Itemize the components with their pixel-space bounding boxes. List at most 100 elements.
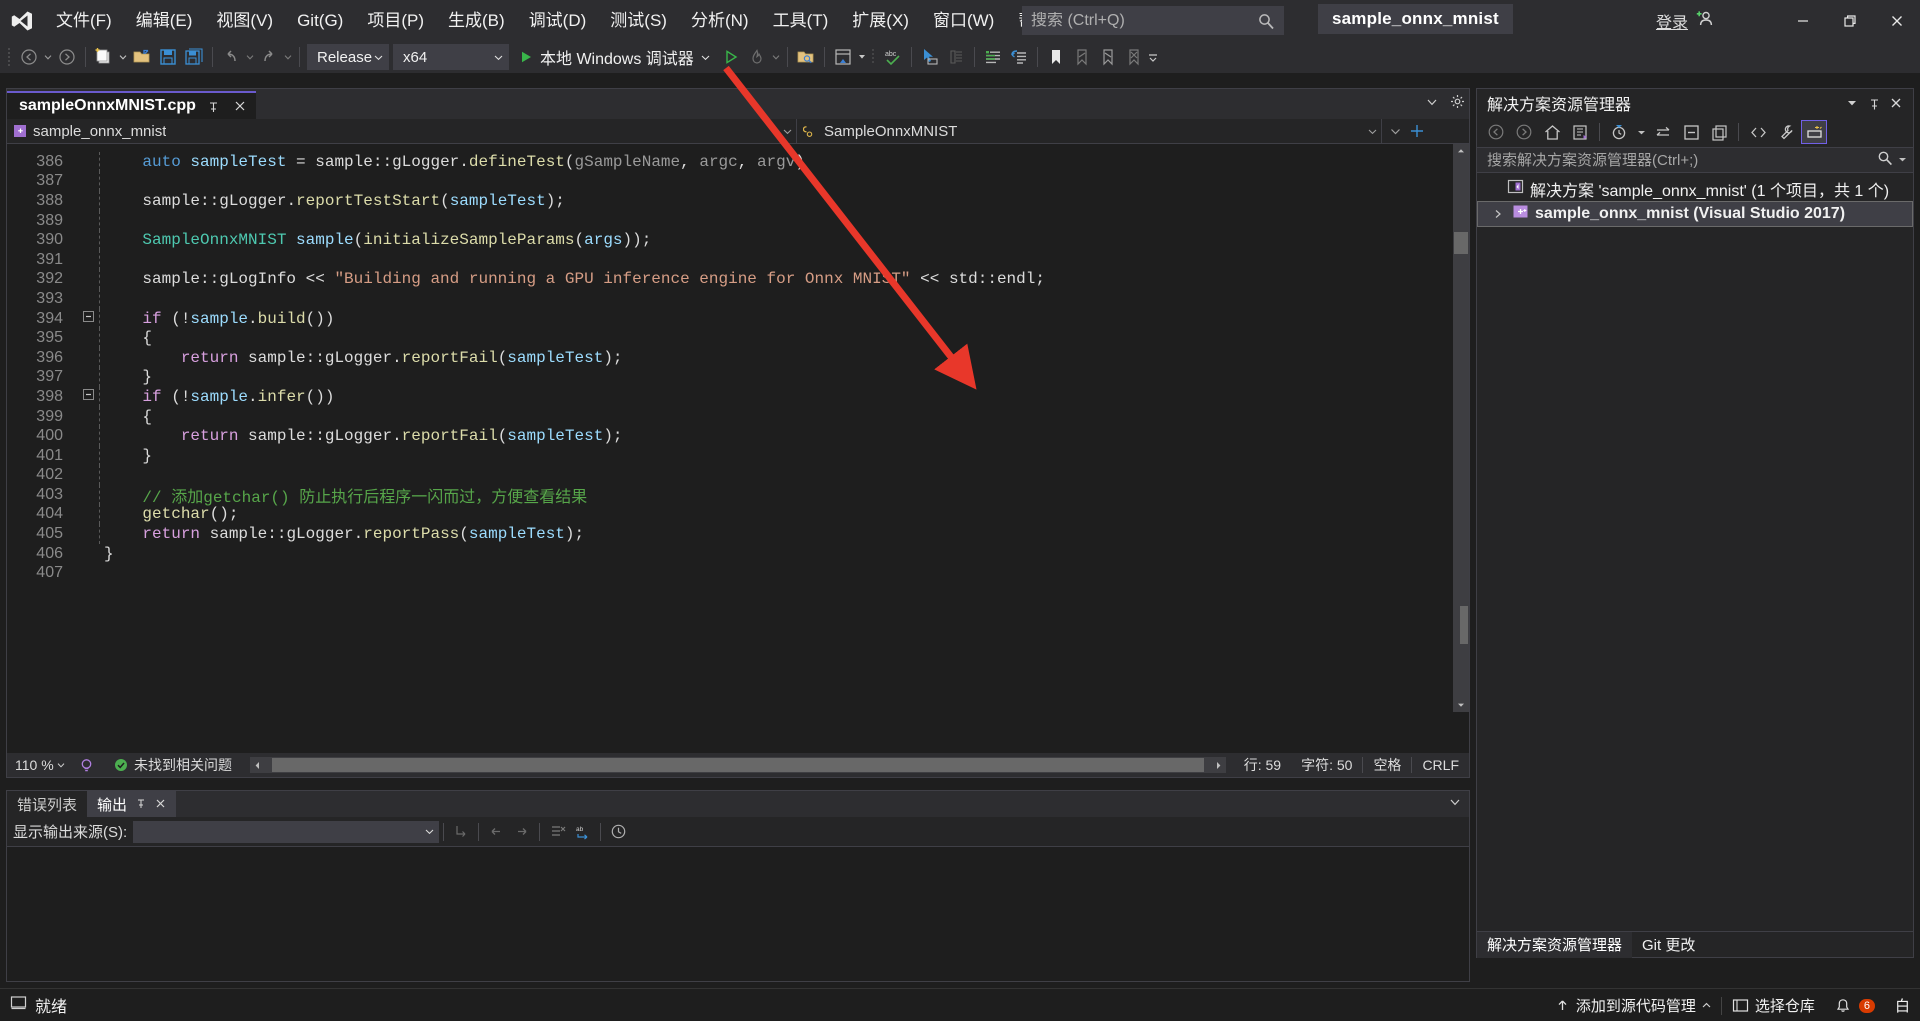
code-line[interactable]: 390 SampleOnnxMNIST sample(initializeSam… (7, 230, 1469, 250)
editor-scrollbar-thumb[interactable] (1454, 232, 1468, 254)
navigate-back-dropdown[interactable] (42, 53, 54, 61)
tree-node-project[interactable]: sample_onnx_mnist (Visual Studio 2017) (1477, 201, 1913, 227)
add-to-source-control-button[interactable]: 添加到源代码管理 (1545, 989, 1721, 1021)
new-project-button[interactable] (91, 44, 117, 70)
uncomment-selection-button[interactable] (1006, 44, 1032, 70)
output-toggle-timestamp-button[interactable] (605, 820, 631, 844)
code-line[interactable]: 398 if (!sample.infer()) (7, 387, 1469, 407)
spell-check-button[interactable]: abc (880, 44, 906, 70)
tab-error-list[interactable]: 错误列表 (7, 791, 87, 817)
se-pending-changes-dropdown[interactable] (1634, 120, 1648, 144)
hot-reload-button[interactable] (744, 44, 770, 70)
code-line[interactable]: 387 (7, 172, 1469, 192)
close-output-icon[interactable] (155, 796, 166, 813)
solution-explorer-search-input[interactable] (1487, 152, 1877, 169)
minimize-button[interactable] (1779, 0, 1826, 41)
se-view-code-button[interactable] (1745, 120, 1771, 144)
editor-scrollbar-secondary-thumb[interactable] (1460, 606, 1468, 644)
copilot-button[interactable] (943, 44, 969, 70)
menu-file[interactable]: 文件(F) (44, 0, 124, 41)
code-editor-surface[interactable]: 386 auto sampleTest = sample::gLogger.de… (7, 144, 1469, 712)
search-options-dropdown-icon[interactable] (1898, 151, 1907, 169)
line-ending-status[interactable]: CRLF (1412, 757, 1469, 773)
editor-horizontal-scrollbar[interactable] (250, 757, 1226, 773)
ime-indicator[interactable]: 白 (1885, 989, 1920, 1021)
tab-output[interactable]: 输出 (87, 791, 176, 817)
menu-build[interactable]: 生成(B) (436, 0, 517, 41)
bottom-tab-git-changes[interactable]: Git 更改 (1632, 932, 1705, 958)
code-line[interactable]: 400 return sample::gLogger.reportFail(sa… (7, 426, 1469, 446)
member-scope-combo[interactable]: SampleOnnxMNIST (797, 119, 1382, 144)
undo-dropdown[interactable] (244, 53, 256, 61)
comment-selection-button[interactable] (980, 44, 1006, 70)
hot-reload-dropdown[interactable] (770, 53, 782, 61)
code-line[interactable]: 392 sample::gLogInfo << "Building and ru… (7, 270, 1469, 290)
output-dropdown-icon[interactable] (1449, 795, 1461, 813)
pin-output-icon[interactable] (135, 796, 147, 813)
se-pending-changes-button[interactable] (1606, 120, 1632, 144)
se-sync-with-active-document-button[interactable] (1650, 120, 1676, 144)
se-preview-selected-items-button[interactable] (1801, 120, 1827, 144)
bottom-tab-solution-explorer[interactable]: 解决方案资源管理器 (1477, 932, 1632, 958)
collapse-region-icon[interactable] (77, 311, 99, 326)
code-line[interactable]: 391 (7, 250, 1469, 270)
intellisense-status-icon[interactable] (69, 758, 104, 773)
collapse-region-icon[interactable] (77, 389, 99, 404)
chevron-down-icon[interactable] (1390, 126, 1401, 137)
new-project-dropdown[interactable] (117, 53, 129, 61)
menu-test[interactable]: 测试(S) (598, 0, 679, 41)
output-text-area[interactable] (7, 847, 1469, 981)
redo-dropdown[interactable] (282, 53, 294, 61)
solution-configuration-combo[interactable]: Release (307, 44, 389, 70)
editor-hscroll-thumb[interactable] (272, 758, 1204, 772)
se-new-window-button[interactable] (1706, 120, 1732, 144)
save-all-button[interactable] (181, 44, 207, 70)
redo-button[interactable] (256, 44, 282, 70)
solution-platform-combo[interactable]: x64 (393, 44, 509, 70)
menu-view[interactable]: 视图(V) (204, 0, 285, 41)
editor-vertical-scrollbar[interactable] (1453, 144, 1469, 712)
properties-window-dropdown[interactable] (856, 52, 868, 62)
code-line[interactable]: 405 return sample::gLogger.reportPass(sa… (7, 524, 1469, 544)
undo-button[interactable] (218, 44, 244, 70)
split-view-icon[interactable] (1409, 123, 1425, 139)
global-search-input[interactable] (1031, 12, 1257, 30)
menu-extensions[interactable]: 扩展(X) (840, 0, 921, 41)
se-home-button[interactable] (1539, 120, 1565, 144)
previous-bookmark-button[interactable] (1069, 44, 1095, 70)
code-line[interactable]: 386 auto sampleTest = sample::gLogger.de… (7, 152, 1469, 172)
code-line[interactable]: 404 getchar(); (7, 505, 1469, 525)
close-tab-icon[interactable] (232, 98, 248, 114)
navigate-forward-button[interactable] (54, 44, 80, 70)
select-repository-button[interactable]: 选择仓库 (1722, 989, 1825, 1021)
se-collapse-all-button[interactable] (1678, 120, 1704, 144)
code-line[interactable]: 407 (7, 563, 1469, 583)
sign-in-control[interactable]: 登录 (1656, 0, 1715, 41)
next-bookmark-button[interactable] (1095, 44, 1121, 70)
output-source-combo[interactable] (133, 821, 439, 843)
editor-settings-icon[interactable] (1450, 94, 1465, 114)
active-files-dropdown-icon[interactable] (1426, 95, 1438, 113)
output-prev-button[interactable] (483, 820, 509, 844)
start-without-debugging-button[interactable] (718, 44, 744, 70)
output-clear-all-button[interactable] (544, 820, 570, 844)
save-button[interactable] (155, 44, 181, 70)
start-debugging-button[interactable]: 本地 Windows 调试器 (511, 44, 718, 70)
code-line[interactable]: 406} (7, 544, 1469, 564)
menu-tools[interactable]: 工具(T) (761, 0, 841, 41)
code-line[interactable]: 396 return sample::gLogger.reportFail(sa… (7, 348, 1469, 368)
se-forward-button[interactable] (1511, 120, 1537, 144)
code-line[interactable]: 388 sample::gLogger.reportTestStart(samp… (7, 191, 1469, 211)
close-button[interactable] (1873, 0, 1920, 41)
code-line[interactable]: 399 { (7, 407, 1469, 427)
menu-edit[interactable]: 编辑(E) (124, 0, 205, 41)
indentation-status[interactable]: 空格 (1363, 755, 1411, 775)
properties-window-button[interactable] (830, 44, 856, 70)
se-show-all-files-button[interactable] (1567, 120, 1593, 144)
scroll-down-arrow-icon[interactable] (1454, 698, 1468, 712)
menu-window[interactable]: 窗口(W) (921, 0, 1006, 41)
pin-tab-icon[interactable] (206, 98, 222, 114)
code-line[interactable]: 397 } (7, 368, 1469, 388)
se-back-button[interactable] (1483, 120, 1509, 144)
code-line[interactable]: 401 } (7, 446, 1469, 466)
